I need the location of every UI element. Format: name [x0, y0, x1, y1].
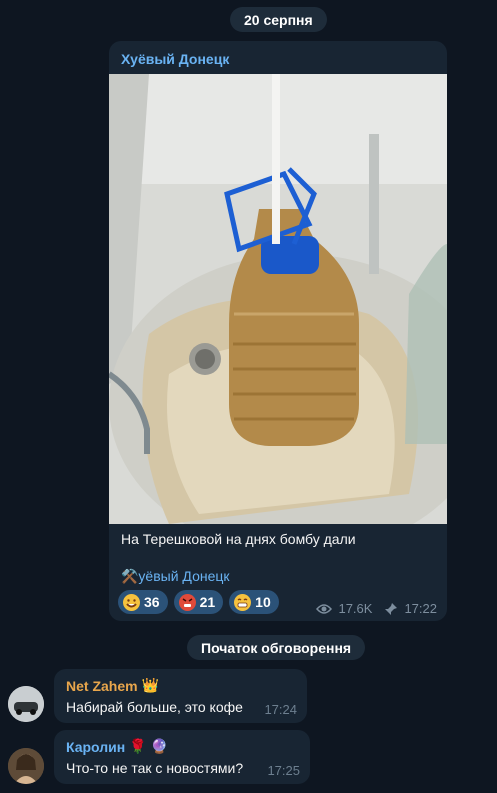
comment-author[interactable]: Каролин 🌹 🔮 [66, 738, 298, 755]
reaction-count: 36 [144, 594, 160, 610]
thread-start-label[interactable]: Початок обговорення [187, 635, 366, 660]
reaction-count: 10 [255, 594, 271, 610]
reaction-rofl[interactable]: 36 [118, 590, 168, 614]
pin-icon [384, 602, 398, 616]
rose-crystal-ball-icon: 🌹 🔮 [129, 738, 168, 754]
reactions-bar: 36 21 10 [118, 590, 279, 614]
date-separator: 20 серпня [230, 7, 327, 32]
post-photo[interactable] [109, 74, 447, 524]
channel-name-link[interactable]: Хуёвый Донецк [121, 51, 229, 67]
comment-time: 17:24 [264, 702, 297, 717]
comment-message[interactable]: Каролин 🌹 🔮 Что-то не так с новостями? 1… [54, 730, 310, 784]
views-count: 17.6K [338, 601, 373, 616]
channel-post: Хуёвый Донецк На Терешковой на днях бомб… [109, 41, 447, 621]
avatar[interactable] [8, 686, 44, 722]
comment-text: Что-то не так с новостями? [66, 760, 244, 776]
angry-face-icon [178, 593, 196, 611]
comment-message[interactable]: Net Zahem 👑 Набирай больше, это кофе 17:… [54, 669, 307, 723]
reaction-angry[interactable]: 21 [173, 590, 224, 614]
comment-author[interactable]: Net Zahem 👑 [66, 677, 295, 694]
rofl-face-icon [123, 593, 140, 611]
avatar[interactable] [8, 748, 44, 784]
post-caption: На Терешковой на днях бомбу дали [121, 531, 356, 547]
author-name[interactable]: Каролин [66, 739, 125, 755]
reaction-grin[interactable]: 10 [229, 590, 279, 614]
comment-time: 17:25 [267, 763, 300, 778]
post-time: 17:22 [404, 601, 437, 616]
reaction-count: 21 [199, 594, 216, 610]
author-name[interactable]: Net Zahem [66, 678, 138, 694]
comment-text: Набирай больше, это кофе [66, 699, 243, 715]
eye-icon [316, 603, 333, 615]
grin-face-icon [234, 593, 252, 611]
crown-icon: 👑 [141, 677, 160, 693]
post-signature[interactable]: ⚒️уёвый Донецк [121, 568, 230, 585]
post-meta: 17.6K 17:22 [316, 601, 437, 616]
